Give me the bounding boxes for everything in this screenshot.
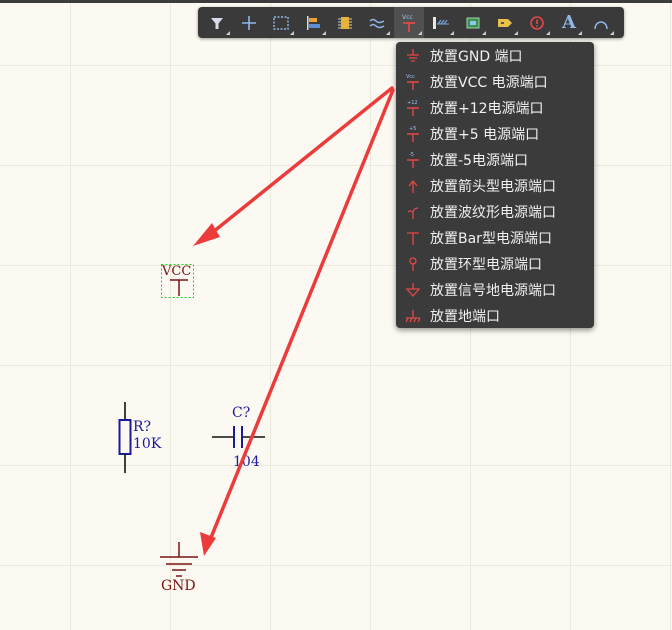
wave-power-icon (396, 199, 430, 225)
capacitor-symbol[interactable] (212, 426, 265, 448)
menu-item-circle[interactable]: 放置环型电源端口 (396, 251, 594, 277)
arc-button[interactable] (586, 7, 616, 38)
component-button[interactable] (330, 7, 360, 38)
crosshair-icon (242, 15, 256, 30)
align-button[interactable] (298, 7, 328, 38)
resistor-value[interactable]: 10K (133, 437, 161, 451)
menu-item-wave[interactable]: 放置波纹形电源端口 (396, 199, 594, 225)
menu-item-vcc[interactable]: Vcc 放置VCC 电源端口 (396, 69, 594, 95)
directive-icon (530, 15, 544, 30)
minus5-power-icon: -5 (396, 147, 430, 173)
filter-icon (211, 17, 223, 29)
power-port-dropdown-menu: 放置GND 端口 Vcc 放置VCC 电源端口 +12 放置+12电源端口 +5… (396, 42, 594, 328)
power-port-button[interactable]: Vcc (394, 7, 424, 38)
vcc-port-label: VCC (162, 264, 192, 279)
menu-item-gnd[interactable]: 放置GND 端口 (396, 43, 594, 69)
earth-ground-icon (396, 303, 430, 329)
svg-text:Vcc: Vcc (406, 74, 415, 80)
vcc-power-icon: Vcc (396, 69, 430, 95)
directive-button[interactable] (522, 7, 552, 38)
menu-item-plus5[interactable]: +5 放置+5 电源端口 (396, 121, 594, 147)
gnd-power-icon (396, 43, 430, 69)
filter-button[interactable] (202, 7, 232, 38)
bus-icon (433, 16, 449, 29)
gnd-power-port[interactable] (160, 542, 198, 577)
bus-button[interactable] (426, 7, 456, 38)
port-button[interactable] (490, 7, 520, 38)
arc-icon (594, 20, 608, 29)
resistor-designator[interactable]: R? (133, 420, 151, 434)
arrow-power-icon (396, 173, 430, 199)
svg-text:+12: +12 (407, 100, 418, 106)
port-icon (498, 18, 512, 27)
menu-item-bar[interactable]: 放置Bar型电源端口 (396, 225, 594, 251)
capacitor-value[interactable]: 104 (233, 455, 260, 469)
sheet-symbol-icon (466, 17, 480, 28)
active-bar-toolbar: Vcc A (198, 7, 624, 38)
power-port-icon: Vcc (402, 14, 415, 32)
svg-text:-5: -5 (409, 152, 414, 158)
align-icon (307, 15, 320, 30)
select-rect-button[interactable] (266, 7, 296, 38)
text-button[interactable]: A (554, 7, 584, 38)
menu-item-earth-ground[interactable]: 放置地端口 (396, 303, 594, 329)
svg-text:Vcc: Vcc (402, 14, 413, 21)
menu-item-plus12[interactable]: +12 放置+12电源端口 (396, 95, 594, 121)
plus12-power-icon: +12 (396, 95, 430, 121)
signal-ground-icon (396, 277, 430, 303)
wire-icon (369, 18, 385, 28)
gnd-port-label: GND (161, 578, 196, 594)
menu-item-arrow[interactable]: 放置箭头型电源端口 (396, 173, 594, 199)
svg-text:+5: +5 (409, 126, 416, 132)
component-icon (338, 16, 352, 29)
sheet-symbol-button[interactable] (458, 7, 488, 38)
menu-item-minus5[interactable]: -5 放置-5电源端口 (396, 147, 594, 173)
bar-power-icon (396, 225, 430, 251)
capacitor-designator[interactable]: C? (232, 406, 250, 420)
plus5-power-icon: +5 (396, 121, 430, 147)
text-icon: A (562, 12, 576, 33)
menu-item-signal-ground[interactable]: 放置信号地电源端口 (396, 277, 594, 303)
resistor-symbol[interactable] (118, 402, 132, 473)
select-rect-icon (273, 15, 289, 30)
wire-button[interactable] (362, 7, 392, 38)
circle-power-icon (396, 251, 430, 277)
crosshair-button[interactable] (234, 7, 264, 38)
